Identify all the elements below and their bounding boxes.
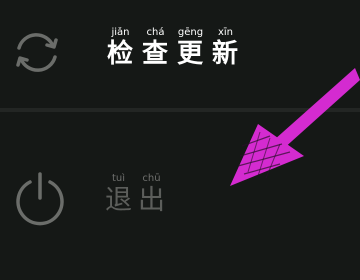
pinyin-text: gēng [177, 27, 204, 38]
pinyin-text: chá [146, 27, 165, 38]
ruby-char: tuì 退 [102, 173, 135, 217]
hanzi-text: 检 [106, 39, 134, 69]
pinyin-text: jiǎn [111, 27, 130, 38]
ruby-char: chū 出 [135, 173, 168, 217]
power-icon [10, 168, 70, 228]
hanzi-text: 退 [105, 185, 132, 216]
pinyin-text: tuì [111, 173, 126, 184]
hanzi-text: 查 [141, 39, 169, 69]
logout-label: tuì 退 chū 出 [102, 173, 168, 217]
ruby-char: jiǎn 检 [103, 27, 138, 69]
pinyin-text: chū [142, 173, 161, 184]
ruby-char: chá 查 [138, 27, 173, 69]
arrow-pointer-icon [200, 60, 360, 200]
pinyin-text: xīn [217, 27, 234, 38]
refresh-icon [10, 26, 64, 80]
hanzi-text: 出 [138, 185, 165, 216]
